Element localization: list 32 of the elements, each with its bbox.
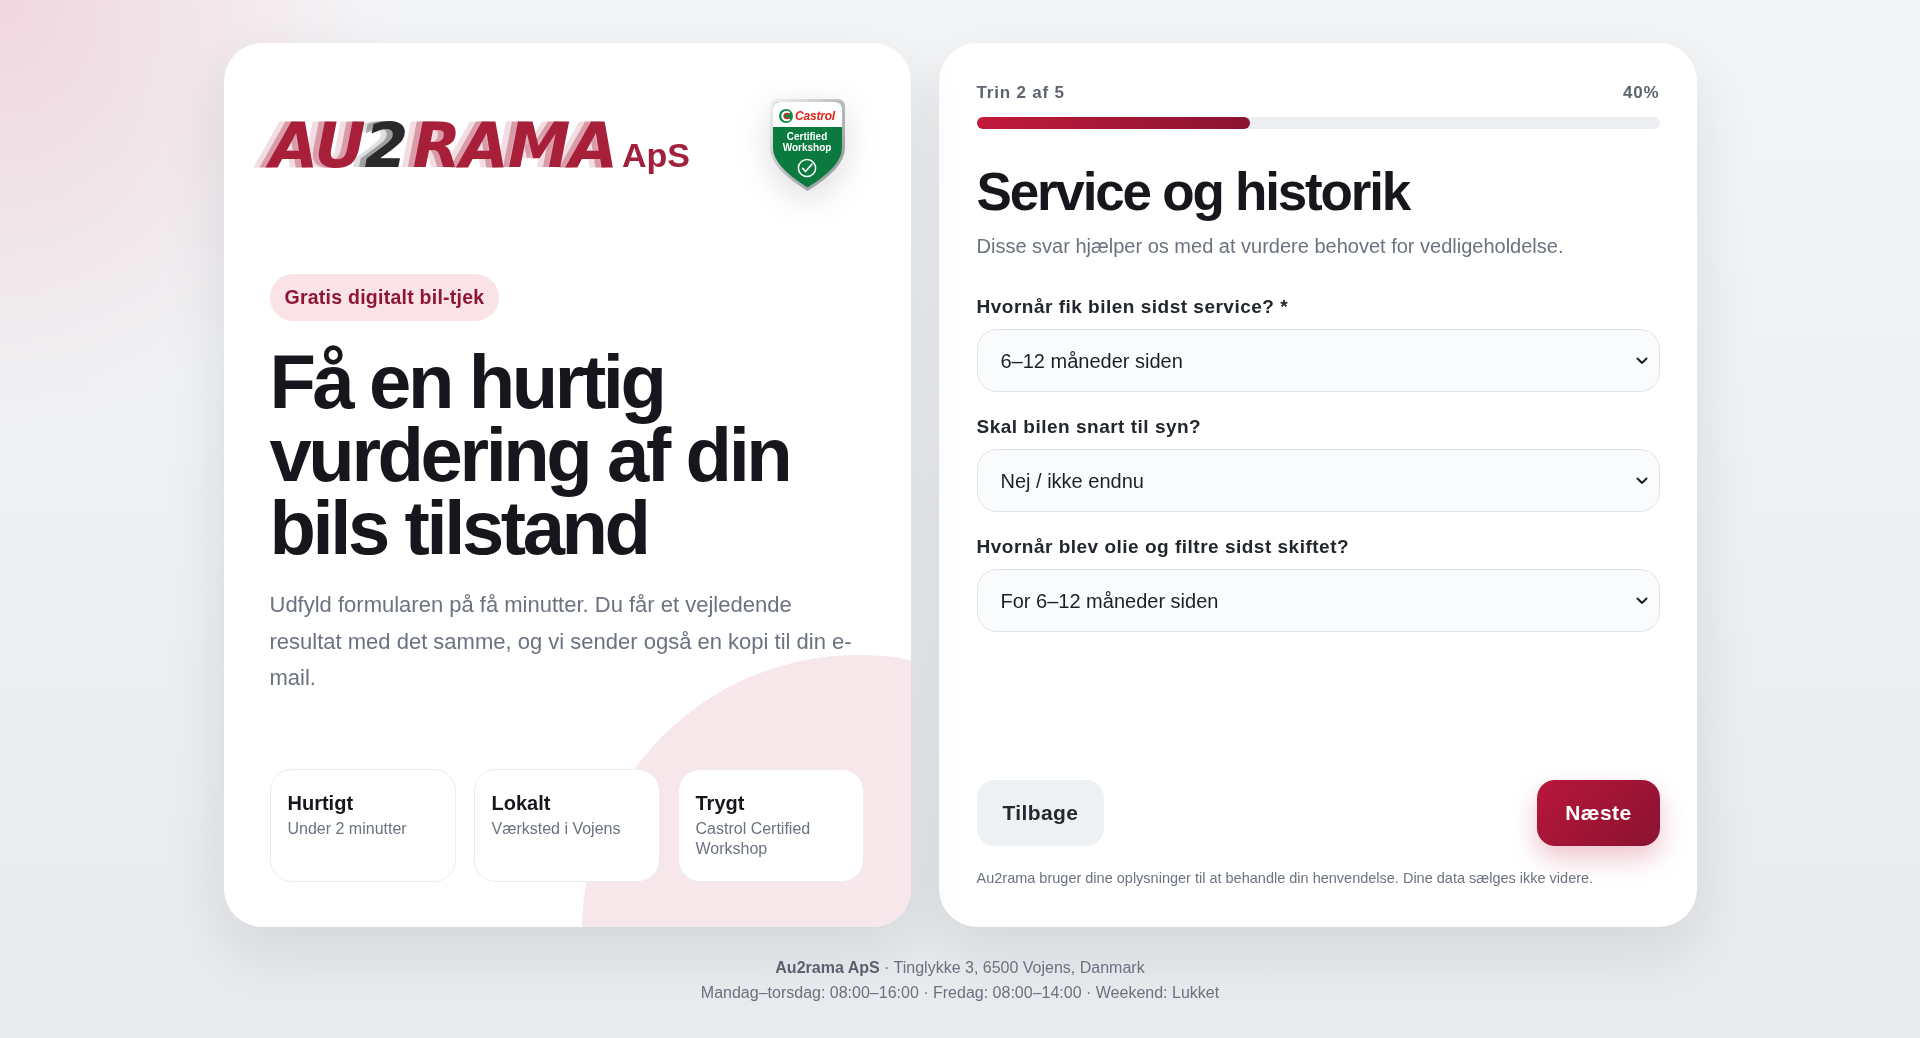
intro-text: Udfyld formularen på få minutter. Du får et vejledende resultat med det samme, og vi sender også en kopi til din e-mail. [269,591,853,693]
form-description: Disse svar hjælper os med at vurdere behovet for vedligeholdelse. [976,234,1565,259]
feature-title: Lokalt [491,791,552,815]
promo-tag: Gratis digitalt bil-tjek [269,274,500,321]
form-title: Service og historik [976,162,1411,222]
brand-mark-icon [779,109,793,123]
chevron-down-icon [1635,596,1648,605]
brand-name: Castrol [795,109,835,123]
field-label: Hvornår blev olie og filtre sidst skiftet? [976,535,1351,559]
feature-title: Hurtigt [287,791,355,815]
back-button[interactable]: Tilbage [976,780,1105,846]
next-button[interactable]: Næste [1537,780,1660,846]
chevron-down-icon [1635,356,1648,365]
select-field[interactable]: 6–12 måneder siden [976,329,1660,392]
feature-subtitle: Under 2 minutter [287,819,408,839]
select-field[interactable]: For 6–12 måneder siden [976,569,1660,632]
feature-title: Trygt [695,791,746,815]
privacy-note: Au2rama bruger dine oplysninger til at behandle din henvendelse. Dine data sælges ikke videre. [976,869,1595,888]
select-field[interactable]: Nej / ikke endnu [976,449,1660,512]
field-label: Skal bilen snart til syn? [976,415,1203,439]
footer-address: Au2rama ApS · Tinglykke 3, 6500 Vojens, Danmark [774,958,1146,978]
badge-caption: Certified Workshop [781,131,833,153]
chevron-down-icon [1635,476,1648,485]
feature-subtitle: Værksted i Vojens [491,819,622,839]
feature-subtitle: Castrol Certified Workshop [695,819,812,859]
check-circle-icon [797,158,817,178]
headline: Få en hurtig vurdering af din bils tilstand [269,345,791,564]
percent-label: 40% [1623,83,1660,103]
step-label: Trin 2 af 5 [976,83,1065,103]
field-label: Hvornår fik bilen sidst service? * [976,295,1290,319]
footer-hours: Mandag–torsdag: 08:00–16:00 · Fredag: 08:00–14:00 · Weekend: Lukket [700,983,1220,1003]
company-logo: AU2RAMA ApS [253,113,691,177]
